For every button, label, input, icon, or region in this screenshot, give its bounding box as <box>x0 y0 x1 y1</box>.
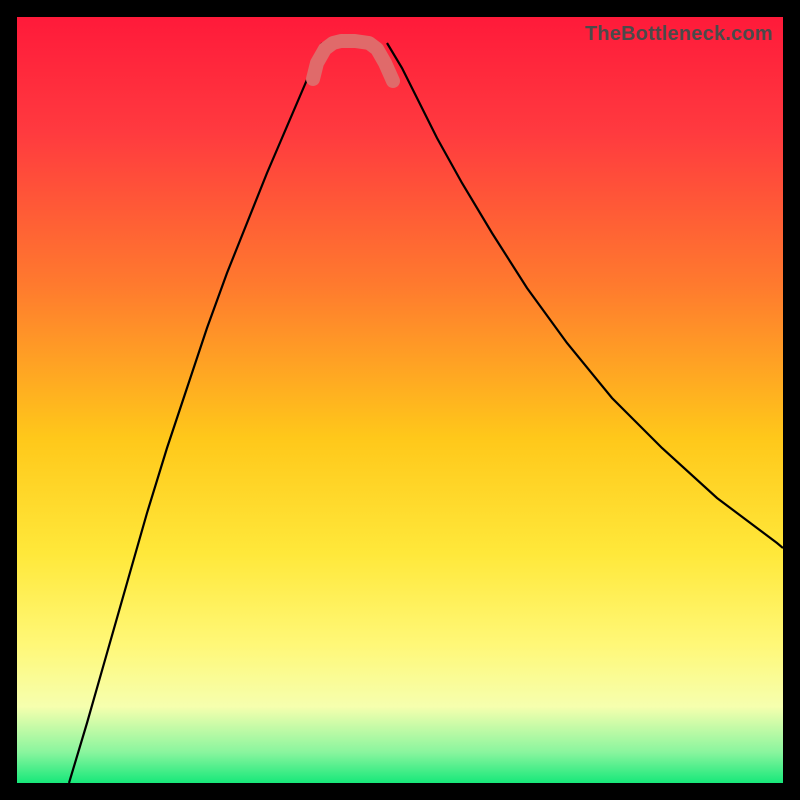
gradient-background <box>17 17 783 783</box>
chart-svg <box>17 17 783 783</box>
watermark-label: TheBottleneck.com <box>585 23 773 46</box>
plot-area: TheBottleneck.com <box>17 17 783 783</box>
chart-frame: TheBottleneck.com <box>0 0 800 800</box>
